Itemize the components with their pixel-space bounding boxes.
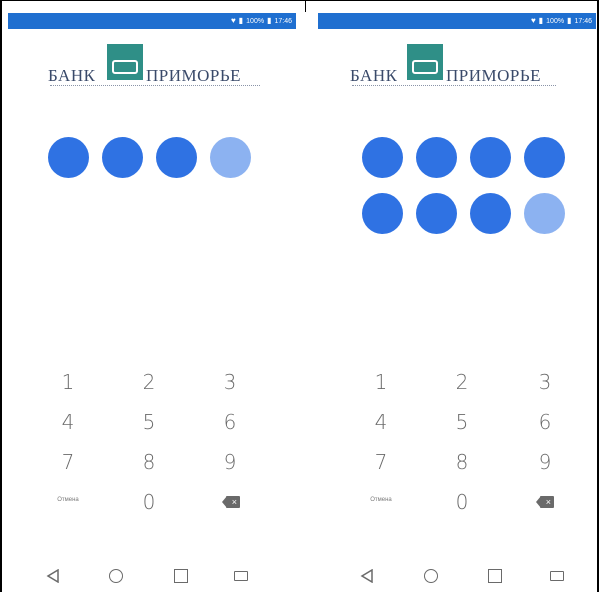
key-7[interactable]: 7 — [361, 450, 401, 474]
pin-dot-filled — [416, 193, 457, 234]
bank-logo: БАНК ПРИМОРЬЕ — [8, 44, 296, 90]
screenshot-icon[interactable] — [234, 571, 248, 581]
key-6[interactable]: 6 — [210, 410, 250, 434]
key-6[interactable]: 6 — [525, 410, 565, 434]
key-0[interactable]: 0 — [442, 490, 482, 514]
key-1[interactable]: 1 — [361, 370, 401, 394]
logo-subtitle-line — [50, 85, 260, 88]
home-icon[interactable] — [109, 569, 123, 583]
status-time: 17:46 — [274, 17, 292, 25]
key-2[interactable]: 2 — [129, 370, 169, 394]
pin-dot-pending — [524, 193, 565, 234]
key-4[interactable]: 4 — [48, 410, 88, 434]
bank-logo: БАНК ПРИМОРЬЕ — [318, 44, 596, 90]
logo-right-word: ПРИМОРЬЕ — [146, 66, 242, 85]
logo-left-word: БАНК — [48, 66, 96, 85]
key-0[interactable]: 0 — [129, 490, 169, 514]
pin-dot-filled — [156, 137, 197, 178]
key-3[interactable]: 3 — [525, 370, 565, 394]
key-1[interactable]: 1 — [48, 370, 88, 394]
phone-screen-left: ♥ ▮ 100% ▮ 17:46 БАНК ПРИМОРЬЕ 1 2 3 4 5… — [8, 13, 296, 592]
logo-subtitle-line — [352, 85, 556, 88]
status-time: 17:46 — [574, 17, 592, 25]
battery-icon: ▮ — [567, 16, 572, 25]
heart-icon: ♥ — [531, 16, 536, 25]
recents-icon[interactable] — [488, 569, 502, 583]
heart-icon: ♥ — [231, 16, 236, 25]
frame-top-border — [0, 0, 599, 1]
key-3[interactable]: 3 — [210, 370, 250, 394]
recents-icon[interactable] — [174, 569, 188, 583]
key-9[interactable]: 9 — [210, 450, 250, 474]
pin-dot-filled — [524, 137, 565, 178]
back-icon[interactable] — [360, 569, 374, 583]
key-8[interactable]: 8 — [442, 450, 482, 474]
frame-left-border — [0, 0, 2, 592]
frame-divider — [305, 0, 306, 12]
back-icon[interactable] — [46, 569, 60, 583]
logo-emblem-icon — [107, 44, 143, 80]
key-7[interactable]: 7 — [48, 450, 88, 474]
cancel-button[interactable]: Отмена — [48, 497, 88, 503]
pin-dot-filled — [48, 137, 89, 178]
logo-emblem-icon — [407, 44, 443, 80]
key-5[interactable]: 5 — [442, 410, 482, 434]
pin-dot-filled — [362, 137, 403, 178]
key-2[interactable]: 2 — [442, 370, 482, 394]
screenshot-canvas: ♥ ▮ 100% ▮ 17:46 БАНК ПРИМОРЬЕ 1 2 3 4 5… — [0, 0, 599, 592]
pin-dot-pending — [210, 137, 251, 178]
status-bar: ♥ ▮ 100% ▮ 17:46 — [8, 13, 296, 29]
key-8[interactable]: 8 — [129, 450, 169, 474]
pin-dot-filled — [470, 193, 511, 234]
signal-icon: ▮ — [238, 16, 244, 25]
battery-icon: ▮ — [267, 16, 272, 25]
cancel-button[interactable]: Отмена — [361, 497, 401, 503]
home-icon[interactable] — [424, 569, 438, 583]
battery-percent: 100% — [246, 17, 265, 25]
phone-screen-right: ♥ ▮ 100% ▮ 17:46 БАНК ПРИМОРЬЕ 1 2 3 4 5… — [318, 13, 596, 592]
key-5[interactable]: 5 — [129, 410, 169, 434]
status-bar: ♥ ▮ 100% ▮ 17:46 — [318, 13, 596, 29]
battery-percent: 100% — [546, 17, 565, 25]
pin-dot-filled — [102, 137, 143, 178]
pin-dot-filled — [416, 137, 457, 178]
logo-left-word: БАНК — [350, 66, 398, 85]
screenshot-icon[interactable] — [550, 571, 564, 581]
logo-right-word: ПРИМОРЬЕ — [446, 66, 542, 85]
backspace-icon[interactable]: × — [536, 496, 554, 508]
key-4[interactable]: 4 — [361, 410, 401, 434]
pin-dot-filled — [470, 137, 511, 178]
signal-icon: ▮ — [538, 16, 544, 25]
pin-dot-filled — [362, 193, 403, 234]
backspace-icon[interactable]: × — [222, 496, 240, 508]
key-9[interactable]: 9 — [525, 450, 565, 474]
